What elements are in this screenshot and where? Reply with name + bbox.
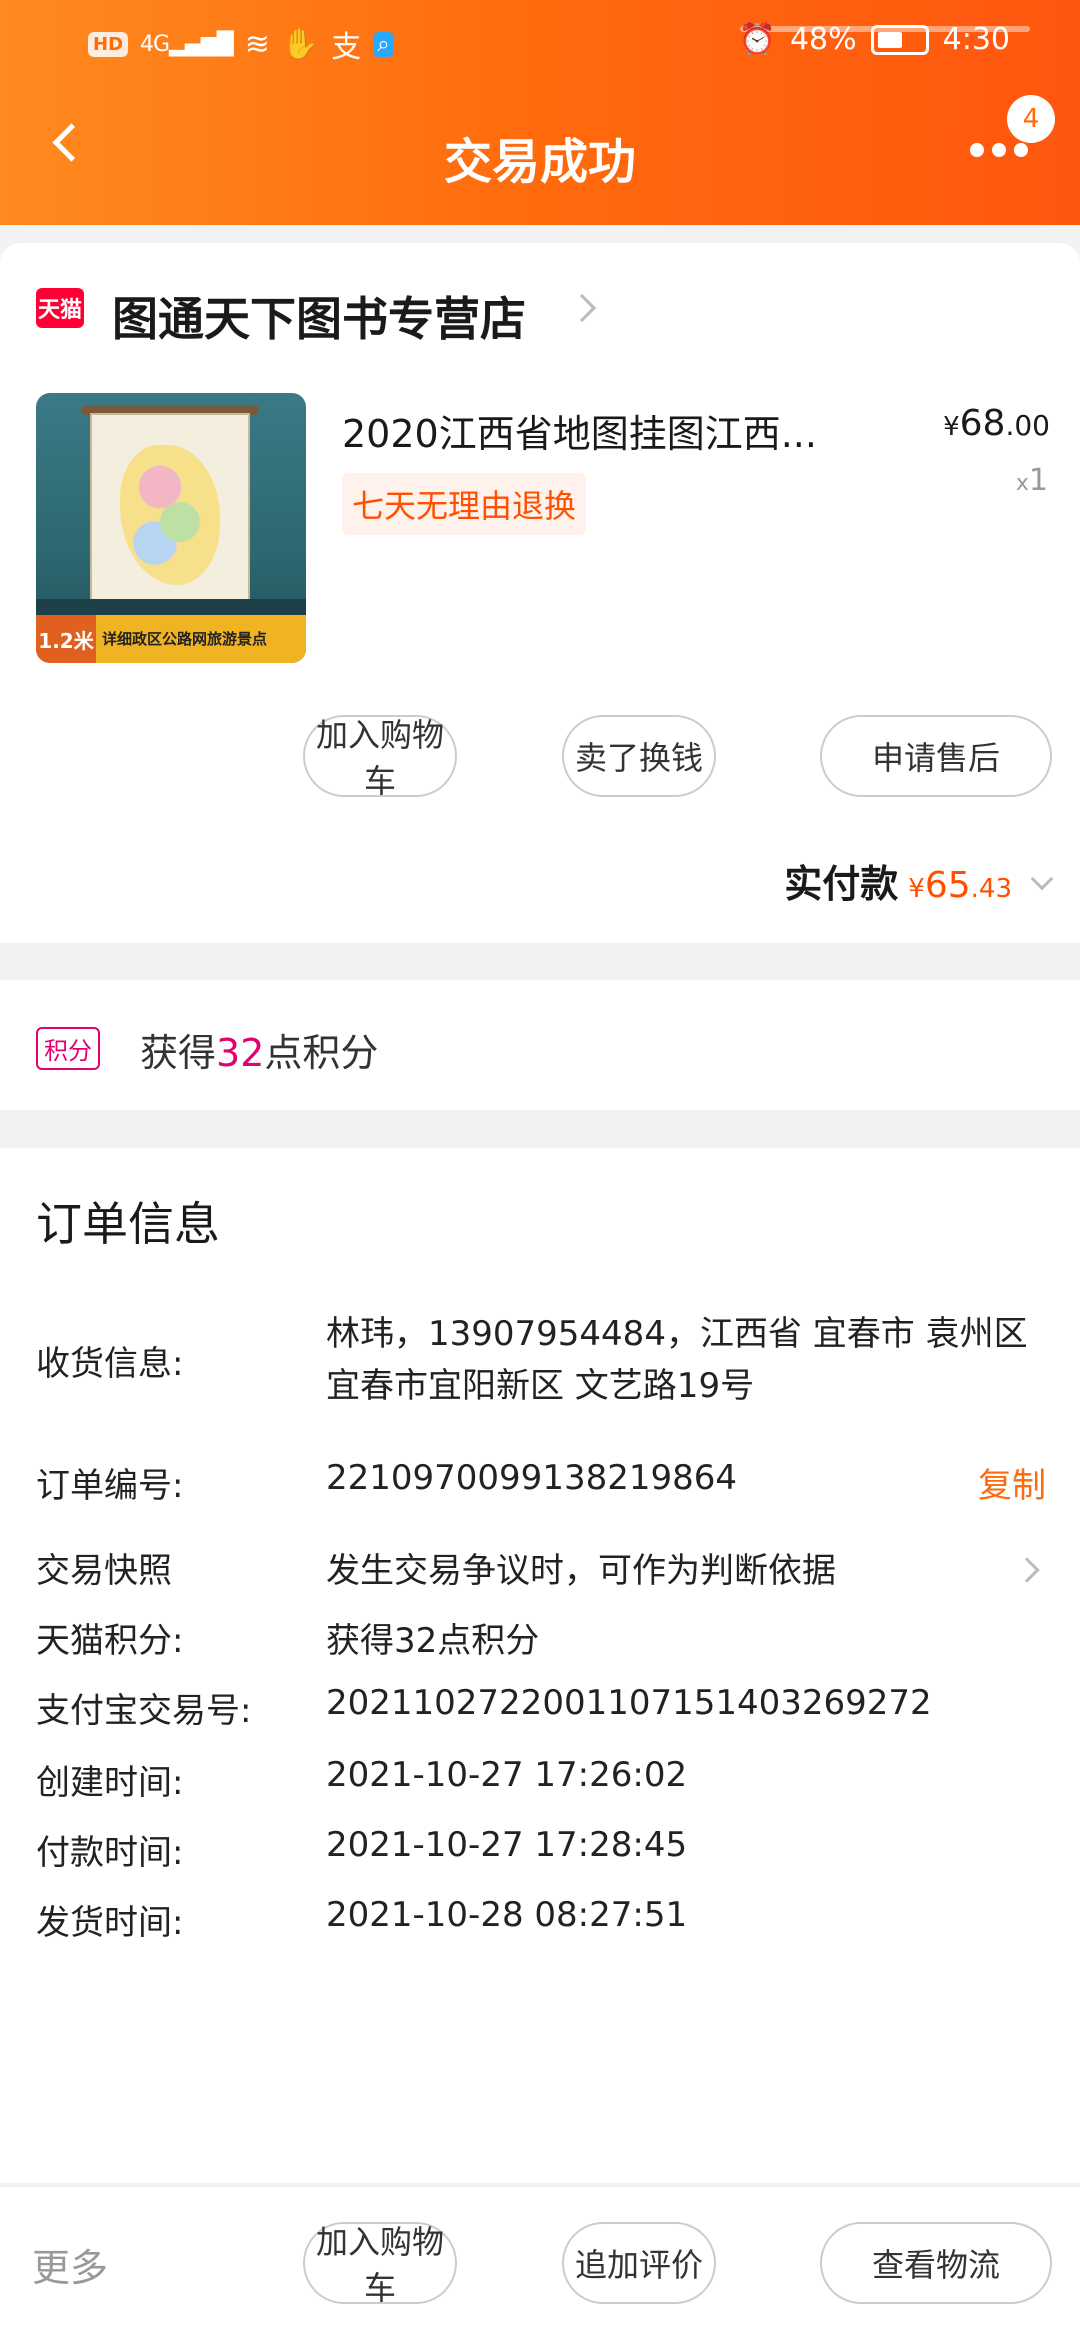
battery-percent: 48% [789,22,857,57]
points-card: 积分 获得32点积分 [0,980,1080,1110]
order-info-card: 订单信息 收货信息: 林玮，13907954484，江西省 宜春市 袁州区 宜春… [0,1148,1080,2183]
chevron-right-icon [567,293,597,323]
qty-value: 1 [1028,463,1048,498]
row-value: 2021-10-27 17:26:02 [326,1755,688,1795]
paid-integer: 65 [924,865,971,906]
row-label: 收货信息: [36,1344,184,1384]
row-label: 发货时间: [36,1903,184,1943]
product-quantity: x1 [1016,463,1048,498]
gesture-icon: ✋ [281,26,320,62]
map-illustration [90,413,250,603]
alipay-icon: 支 [331,30,362,65]
currency-symbol: ¥ [943,412,960,442]
row-value: 2021-10-28 08:27:51 [326,1895,688,1935]
paid-decimal: .43 [970,874,1012,904]
order-item-card: 天猫 图通天下图书专营店 1.2米 详细政区公路网旅游景点 2020江西省地图挂… [0,243,1080,943]
more-button[interactable]: 更多 [32,2237,108,2292]
row-label: 支付宝交易号: [36,1691,252,1731]
qty-prefix: x [1015,471,1029,496]
price-decimal: .00 [1005,409,1050,442]
return-policy-tag: 七天无理由退换 [342,473,587,535]
app-header: HD 4G▂▄▆█ ≋ ✋ 支 ⌕ ⏰ 48% 4:30 交易成功 4 [0,0,1080,225]
shipping-info-row: 收货信息: 林玮，13907954484，江西省 宜春市 袁州区 宜春市宜阳新区… [36,1308,1046,1418]
dot-icon [1014,143,1028,157]
product-image[interactable]: 1.2米 详细政区公路网旅游景点 [36,393,306,663]
status-bar-left: HD 4G▂▄▆█ ≋ ✋ 支 ⌕ [88,22,394,66]
add-to-cart-button[interactable]: 加入购物车 [303,715,457,800]
row-value: 2021102722001107151403269272 [326,1683,932,1723]
row-value: 发生交易争议时，可作为判断依据 [326,1551,836,1591]
view-logistics-button[interactable]: 查看物流 [820,2222,1052,2304]
copy-button[interactable]: 复制 [978,1458,1046,1507]
image-caption-text: 详细政区公路网旅游景点 [102,629,268,648]
points-prefix: 获得 [140,1031,217,1075]
paid-label: 实付款 [784,862,899,906]
message-count-badge: 4 [1007,95,1055,143]
row-label: 天猫积分: [36,1621,184,1661]
page-title: 交易成功 [443,134,636,190]
add-review-button[interactable]: 追加评价 [562,2222,716,2304]
points-tag: 积分 [36,1027,100,1070]
image-size-label: 1.2米 [36,615,96,663]
signal-icon: 4G▂▄▆█ [140,31,234,57]
row-value: 林玮，13907954484，江西省 宜春市 袁州区 宜春市宜阳新区 文艺路19… [326,1314,1028,1406]
battery-icon [870,24,929,55]
row-value: 2210970099138219864 [326,1458,738,1498]
dot-icon [992,143,1006,157]
paid-amount-row[interactable]: 实付款 ¥65.43 [784,853,1054,908]
status-bar: HD 4G▂▄▆█ ≋ ✋ 支 ⌕ ⏰ 48% 4:30 [0,22,1080,65]
points-value: 32 [216,1031,265,1075]
after-sale-button[interactable]: 申请售后 [820,715,1052,797]
row-label: 订单编号: [36,1466,184,1506]
product-title[interactable]: 2020江西省地图挂图江西... [342,403,862,458]
dot-icon [970,143,984,157]
hd-indicator: HD [88,31,129,57]
clock: 4:30 [942,22,1010,57]
status-bar-right: ⏰ 48% 4:30 [739,22,1010,57]
search-app-icon: ⌕ [373,31,394,57]
image-feature-strip [36,599,306,615]
paid-amount: ¥65.43 [908,865,1012,906]
shop-name-link[interactable]: 图通天下图书专营店 [112,283,526,349]
add-to-cart-button[interactable]: 加入购物车 [303,2222,457,2307]
network-type: 4G [140,31,170,57]
row-value: 2021-10-27 17:28:45 [326,1825,688,1865]
order-info-heading: 订单信息 [36,1197,220,1251]
currency-symbol: ¥ [908,874,925,904]
bottom-action-bar: 更多 加入购物车 追加评价 查看物流 [0,2185,1080,2340]
row-label: 付款时间: [36,1833,184,1873]
row-value: 获得32点积分 [326,1621,540,1661]
points-text: 获得32点积分 [140,1022,378,1077]
product-price: ¥68.00 [943,403,1050,444]
resell-button[interactable]: 卖了换钱 [562,715,716,797]
price-integer: 68 [959,403,1006,444]
chevron-down-icon [1030,867,1054,891]
alarm-icon: ⏰ [738,22,776,57]
wifi-icon: ≋ [244,26,270,62]
tmall-logo-icon: 天猫 [36,288,84,328]
row-label: 创建时间: [36,1763,184,1803]
image-caption: 1.2米 详细政区公路网旅游景点 [36,615,306,663]
points-suffix: 点积分 [264,1031,379,1075]
row-label: 交易快照 [36,1551,172,1591]
province-map-shape [120,445,220,585]
